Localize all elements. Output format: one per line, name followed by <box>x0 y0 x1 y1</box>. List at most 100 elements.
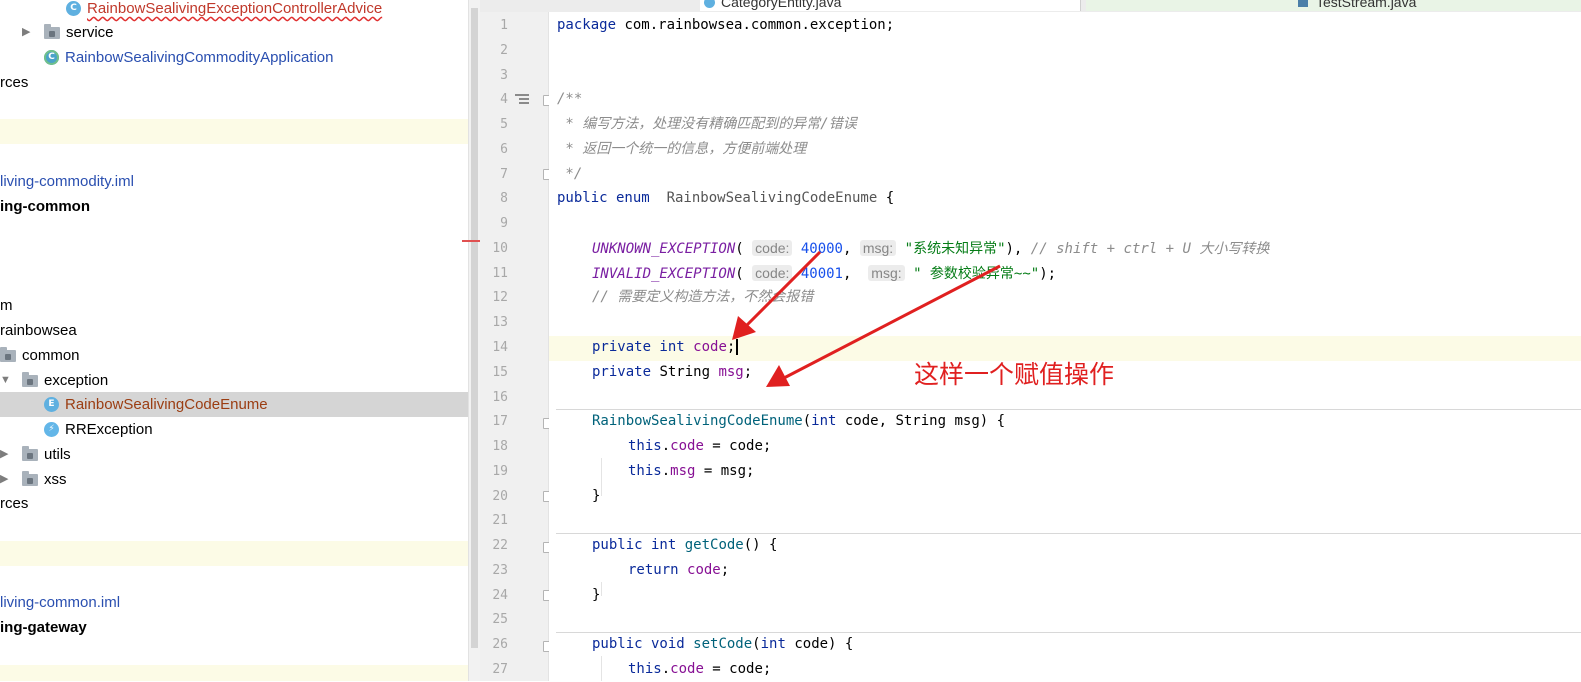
comment: // shift + ctrl + U 大小写转换 <box>1030 241 1270 257</box>
line-number: 11 <box>492 266 508 281</box>
tree-item-rainbowsea[interactable]: rainbowsea <box>0 318 77 343</box>
expand-arrow-icon[interactable]: ▶ <box>0 467 14 492</box>
code-line-19: this.msg = msg; <box>628 463 755 479</box>
tree-item-resources[interactable]: rces <box>0 70 28 95</box>
tree-item-resources-2[interactable]: rces <box>0 491 28 516</box>
string-literal: " 参数校验异常~~" <box>913 266 1040 282</box>
code-line-20: } <box>592 484 600 509</box>
text-caret <box>736 339 739 355</box>
tree-item-exception-package[interactable]: ▼ exception <box>0 368 108 393</box>
tree-item-rrexception[interactable]: ⚡ RRException <box>44 417 153 442</box>
line-number: 20 <box>492 489 508 504</box>
javadoc-render-icon[interactable] <box>515 94 529 106</box>
tree-highlight-band <box>0 665 468 681</box>
tree-item-utils[interactable]: ▶ utils <box>0 442 71 467</box>
line-number: 22 <box>492 538 508 553</box>
code-text: { <box>877 190 895 206</box>
class-icon <box>704 0 715 8</box>
tree-highlight-band <box>0 541 468 566</box>
tab-label: CategoryEntity.java <box>721 0 842 10</box>
keyword: int <box>811 413 837 429</box>
code-line-7: */ <box>557 162 582 187</box>
keyword: this <box>628 661 662 677</box>
tree-item-label: RainbowSealivingCodeEnume <box>65 396 268 413</box>
line-number: 13 <box>492 315 508 330</box>
tree-item-label: common <box>22 347 80 364</box>
enum-icon: E <box>44 397 59 412</box>
code-text: = code; <box>703 438 772 454</box>
tree-item-label: RainbowSealivingCommodityApplication <box>65 49 334 66</box>
tree-item-common-iml[interactable]: living-common.iml <box>0 590 120 615</box>
code-text: () { <box>743 537 778 553</box>
code-line-8: public enum RainbowSealivingCodeEnume { <box>557 186 894 211</box>
tree-item-com[interactable]: m <box>0 293 13 318</box>
code-line-11: INVALID_EXCEPTION( code: 40001, msg: " 参… <box>592 265 1057 282</box>
folder-icon <box>22 470 38 486</box>
line-number: 9 <box>500 216 508 231</box>
code-line-1: package com.rainbowsea.common.exception; <box>557 13 894 38</box>
scrollbar-thumb[interactable] <box>471 8 478 648</box>
code-line-12: // 需要定义构造方法，不然会报错 <box>592 285 813 310</box>
tree-item-exception-controller-advice[interactable]: C RainbowSealivingExceptionControllerAdv… <box>66 0 382 21</box>
keyword: private int <box>592 339 685 355</box>
param-hint: msg: <box>868 265 905 281</box>
code-line-27: this.code = code; <box>628 661 772 677</box>
type-name: String <box>651 364 719 380</box>
line-number: 4 <box>500 92 508 107</box>
code-text: = code; <box>703 661 772 677</box>
java-file-icon <box>1298 0 1308 7</box>
tree-item-label: utils <box>44 446 71 463</box>
line-number: 23 <box>492 563 508 578</box>
field-name: code <box>687 562 721 578</box>
collapse-arrow-icon[interactable]: ▼ <box>0 368 14 393</box>
field-name: msg <box>718 364 744 380</box>
field-name: code <box>670 661 704 677</box>
enum-constant: INVALID_EXCEPTION <box>592 266 736 282</box>
tab-category-entity[interactable]: CategoryEntity.java <box>700 0 1081 11</box>
enum-constant: UNKNOWN_EXCEPTION <box>592 241 736 257</box>
keyword: package <box>557 17 617 33</box>
comment: * 编写方法，处理没有精确匹配到的异常/错误 <box>557 116 857 132</box>
tree-item-common-package[interactable]: common <box>0 343 80 368</box>
line-number: 26 <box>492 637 508 652</box>
enum-name: RainbowSealivingCodeEnume <box>649 190 878 206</box>
line-number: 15 <box>492 365 508 380</box>
number-literal: 40000 <box>800 241 843 257</box>
comment: */ <box>557 166 583 182</box>
tree-item-commodity-iml[interactable]: living-commodity.iml <box>0 169 134 194</box>
indent-guide <box>601 458 602 496</box>
application-class-icon: C <box>44 50 59 65</box>
code-text: com.rainbowsea.common.exception; <box>616 17 895 33</box>
keyword: public enum <box>557 190 650 206</box>
keyword: this <box>628 463 662 479</box>
tab-test-stream[interactable]: TestStream.java <box>1086 0 1581 11</box>
line-number: 2 <box>500 43 508 58</box>
tree-item-module-gateway[interactable]: ing-gateway <box>0 615 87 640</box>
field-name: code <box>670 438 704 454</box>
line-number: 10 <box>492 241 508 256</box>
tree-item-label: rces <box>0 74 29 91</box>
field-name: code <box>693 339 727 355</box>
number-literal: 40001 <box>800 266 843 282</box>
line-number: 25 <box>492 612 508 627</box>
code-text: } <box>592 587 601 603</box>
code-text: code, String msg) { <box>836 413 1006 429</box>
line-number: 8 <box>500 191 508 206</box>
expand-arrow-icon[interactable]: ▶ <box>0 442 14 467</box>
keyword: this <box>628 438 662 454</box>
expand-arrow-icon[interactable]: ▶ <box>22 20 36 45</box>
project-tree-panel: C RainbowSealivingExceptionControllerAdv… <box>0 0 468 681</box>
keyword: public int <box>592 537 677 553</box>
comment: /** <box>557 91 583 107</box>
line-number: 19 <box>492 464 508 479</box>
line-number: 21 <box>492 513 508 528</box>
comment: // 需要定义构造方法，不然会报错 <box>592 289 814 305</box>
tree-item-commodity-application[interactable]: C RainbowSealivingCommodityApplication <box>44 45 333 70</box>
tree-item-code-enume[interactable]: E RainbowSealivingCodeEnume <box>44 392 268 417</box>
annotation-text: 这样一个赋值操作 <box>914 360 1115 389</box>
tree-item-module-common[interactable]: ing-common <box>0 194 90 219</box>
keyword: return <box>628 562 679 578</box>
folder-icon <box>22 445 38 461</box>
tree-item-service[interactable]: ▶ service <box>22 20 114 45</box>
tree-item-xss[interactable]: ▶ xss <box>0 467 67 492</box>
